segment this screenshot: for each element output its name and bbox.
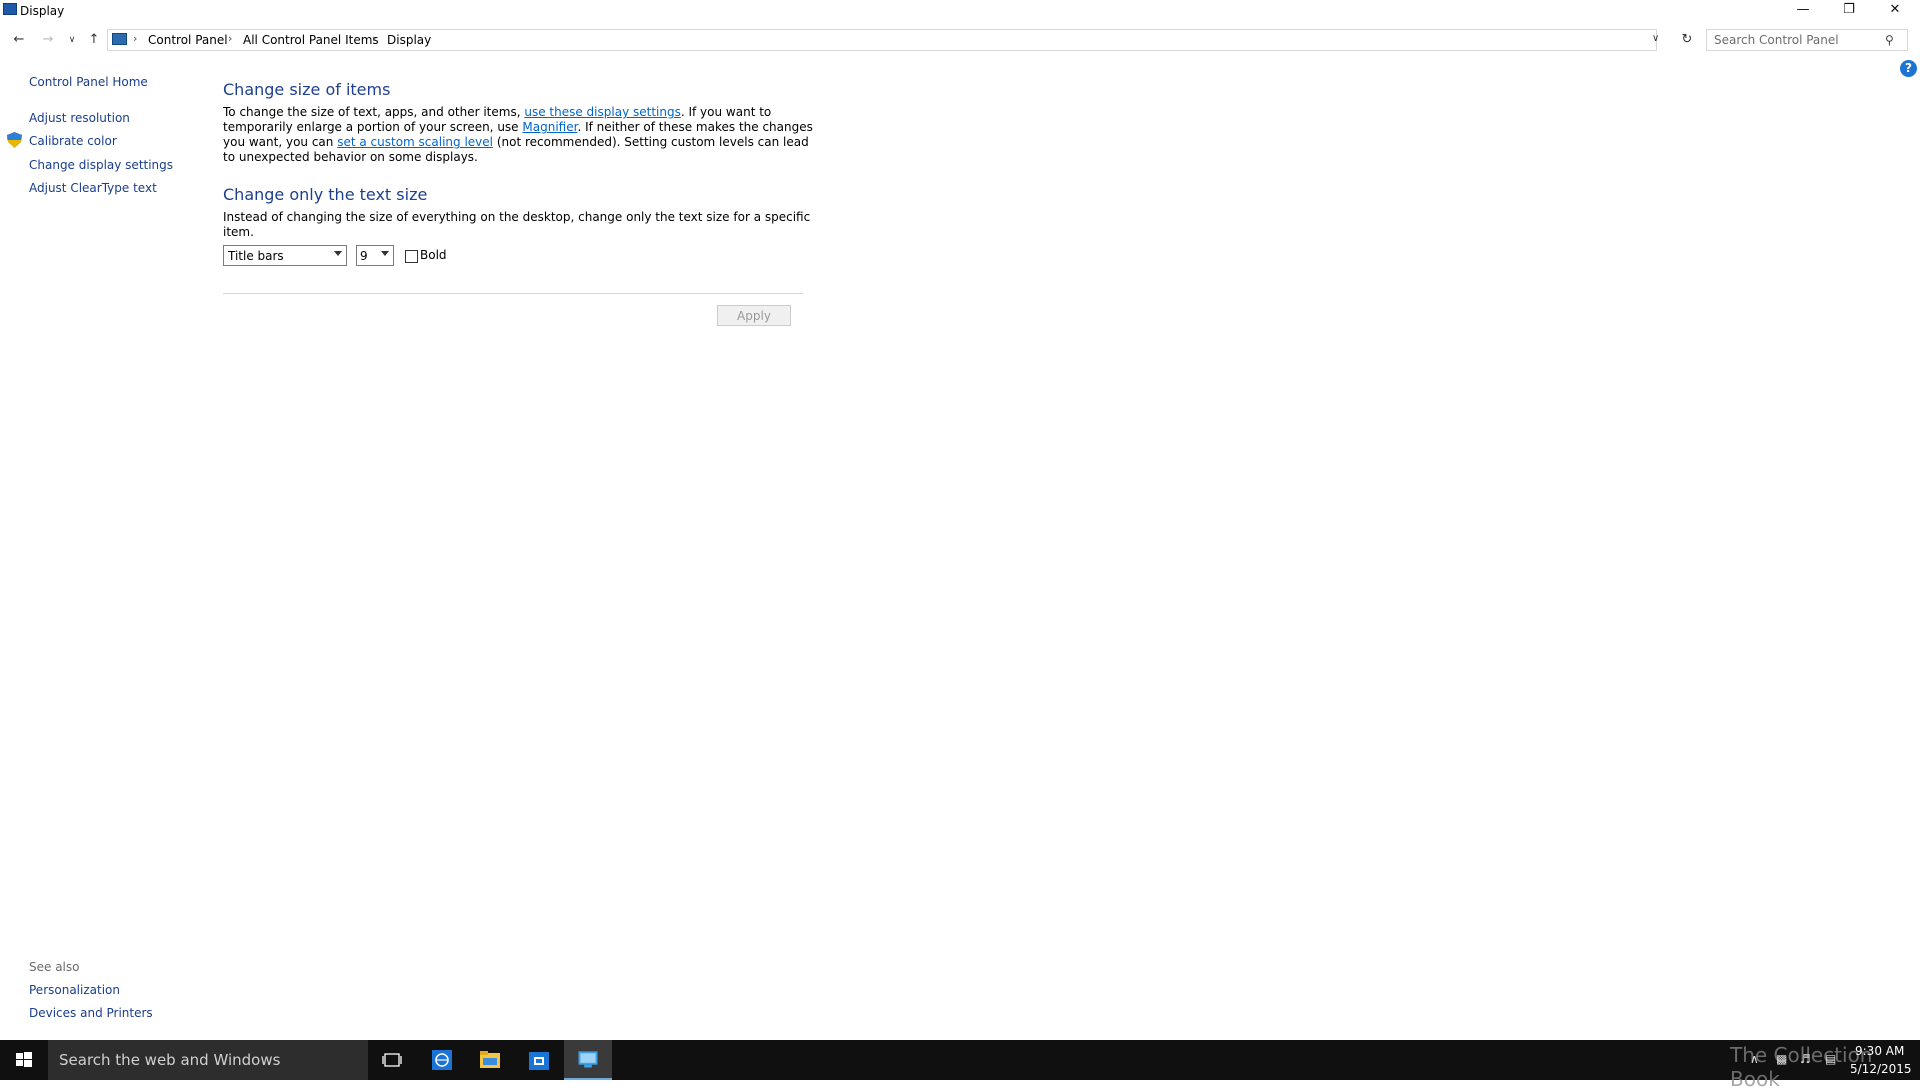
bold-checkbox[interactable] xyxy=(405,250,418,263)
item-select[interactable]: Title bars xyxy=(223,245,347,266)
custom-scaling-link[interactable]: set a custom scaling level xyxy=(337,135,493,149)
help-icon[interactable]: ? xyxy=(1900,60,1917,77)
action-center-icon[interactable]: ▤ xyxy=(1825,1052,1836,1066)
clock-date[interactable]: 5/12/2015 xyxy=(1850,1062,1912,1076)
breadcrumb-separator-icon: › xyxy=(133,32,138,45)
volume-icon[interactable]: ♬ xyxy=(1800,1052,1811,1066)
file-explorer-icon[interactable] xyxy=(466,1040,514,1080)
change-size-description: To change the size of text, apps, and ot… xyxy=(223,105,813,165)
adjust-resolution-link[interactable]: Adjust resolution xyxy=(29,111,130,125)
close-button[interactable]: ✕ xyxy=(1872,0,1918,22)
recent-locations-chevron-icon[interactable]: ∨ xyxy=(63,31,81,49)
search-placeholder: Search Control Panel xyxy=(1714,33,1839,47)
personalization-link[interactable]: Personalization xyxy=(29,983,120,997)
network-icon[interactable]: ▩ xyxy=(1776,1052,1787,1066)
control-panel-taskbar-icon[interactable] xyxy=(564,1040,612,1080)
item-select-value: Title bars xyxy=(228,249,284,263)
breadcrumb-separator-icon: › xyxy=(372,32,377,45)
calibrate-color-link[interactable]: Calibrate color xyxy=(29,134,117,148)
address-dropdown-icon[interactable]: ∨ xyxy=(1652,33,1659,44)
change-size-heading: Change size of items xyxy=(223,80,391,99)
back-arrow-icon[interactable]: ← xyxy=(10,31,28,49)
up-arrow-icon[interactable]: ↑ xyxy=(85,31,103,49)
breadcrumb-separator-icon: › xyxy=(228,32,233,45)
control-panel-icon xyxy=(112,33,127,45)
windows-start-icon[interactable] xyxy=(0,1040,47,1080)
devices-and-printers-link[interactable]: Devices and Printers xyxy=(29,1006,153,1020)
restore-button[interactable]: ❐ xyxy=(1826,0,1872,22)
change-display-settings-link[interactable]: Change display settings xyxy=(29,158,173,172)
adjust-cleartype-link[interactable]: Adjust ClearType text xyxy=(29,181,157,195)
search-icon[interactable]: ⚲ xyxy=(1885,33,1894,47)
refresh-icon[interactable]: ↻ xyxy=(1677,30,1697,50)
browser-icon[interactable] xyxy=(418,1040,466,1080)
control-panel-home-link[interactable]: Control Panel Home xyxy=(29,75,148,89)
change-text-size-description: Instead of changing the size of everythi… xyxy=(223,210,811,239)
forward-arrow-icon[interactable]: → xyxy=(39,31,57,49)
change-text-size-heading: Change only the text size xyxy=(223,185,428,204)
font-size-value: 9 xyxy=(360,249,368,263)
font-size-select[interactable]: 9 xyxy=(356,245,394,266)
breadcrumb-all-items[interactable]: All Control Panel Items xyxy=(243,33,379,47)
breadcrumb-display[interactable]: Display xyxy=(387,33,431,47)
see-also-heading: See also xyxy=(29,960,80,974)
description-text: To change the size of text, apps, and ot… xyxy=(223,105,521,119)
taskbar-search-placeholder: Search the web and Windows xyxy=(59,1051,281,1069)
breadcrumb-control-panel[interactable]: Control Panel xyxy=(148,33,228,47)
minimize-button[interactable]: — xyxy=(1780,0,1826,22)
bold-label[interactable]: Bold xyxy=(420,248,447,262)
show-hidden-icons-chevron-icon[interactable]: ∧ xyxy=(1750,1052,1759,1066)
chevron-down-icon xyxy=(334,251,342,256)
clock-time[interactable]: 9:30 AM xyxy=(1855,1044,1904,1058)
store-icon[interactable] xyxy=(515,1040,563,1080)
display-settings-link[interactable]: use these display settings xyxy=(524,105,680,119)
apply-button[interactable]: Apply xyxy=(717,305,791,326)
title-bar xyxy=(0,0,1920,22)
window-title: Display xyxy=(20,4,65,18)
magnifier-link[interactable]: Magnifier xyxy=(522,120,577,134)
divider xyxy=(223,293,803,294)
uac-shield-icon xyxy=(7,132,22,148)
display-app-icon xyxy=(3,3,17,15)
chevron-down-icon xyxy=(381,251,389,256)
task-view-icon[interactable] xyxy=(368,1040,416,1080)
